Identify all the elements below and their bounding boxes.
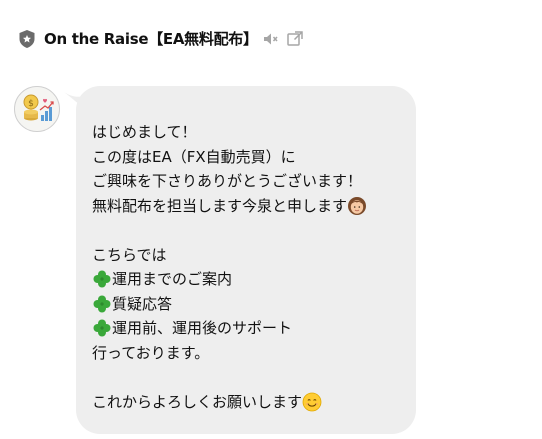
message-line: 行っております。	[92, 343, 210, 362]
shield-icon	[19, 30, 35, 48]
message-line: この度はEA（FX自動売買）に	[92, 147, 296, 166]
four-leaf-clover-emoji	[93, 270, 111, 288]
external-window-icon[interactable]	[286, 30, 304, 48]
message-line: 質疑応答	[92, 292, 412, 317]
message-text[interactable]: はじめまして！ この度はEA（FX自動売買）に ご興味を下さりありがとうございま…	[92, 120, 412, 414]
message-line: 無料配布を担当します今泉と申します	[92, 194, 412, 219]
chat-title: On the Raise【EA無料配布】	[44, 30, 258, 48]
message-line: これからよろしくお願いします	[92, 390, 412, 415]
coins-chart-avatar: $	[15, 87, 59, 131]
chat-window: On the Raise【EA無料配布】 $ はじめまして！ この度はEA（FX…	[0, 0, 542, 439]
message-line: 運用までのご案内	[92, 267, 412, 292]
message-line: はじめまして！	[92, 123, 197, 141]
woman-emoji	[348, 196, 367, 215]
four-leaf-clover-emoji	[93, 319, 111, 337]
chat-header: On the Raise【EA無料配布】	[0, 22, 542, 54]
sender-avatar[interactable]: $	[14, 86, 60, 132]
message-line: 運用前、運用後のサポート	[92, 316, 412, 341]
message-line: ご興味を下さりありがとうございます！	[92, 172, 363, 190]
svg-text:$: $	[28, 99, 34, 109]
smiling-face-emoji	[302, 392, 322, 412]
message-line: こちらでは	[92, 245, 167, 264]
speaker-muted-icon[interactable]	[262, 30, 280, 48]
four-leaf-clover-emoji	[93, 295, 111, 313]
